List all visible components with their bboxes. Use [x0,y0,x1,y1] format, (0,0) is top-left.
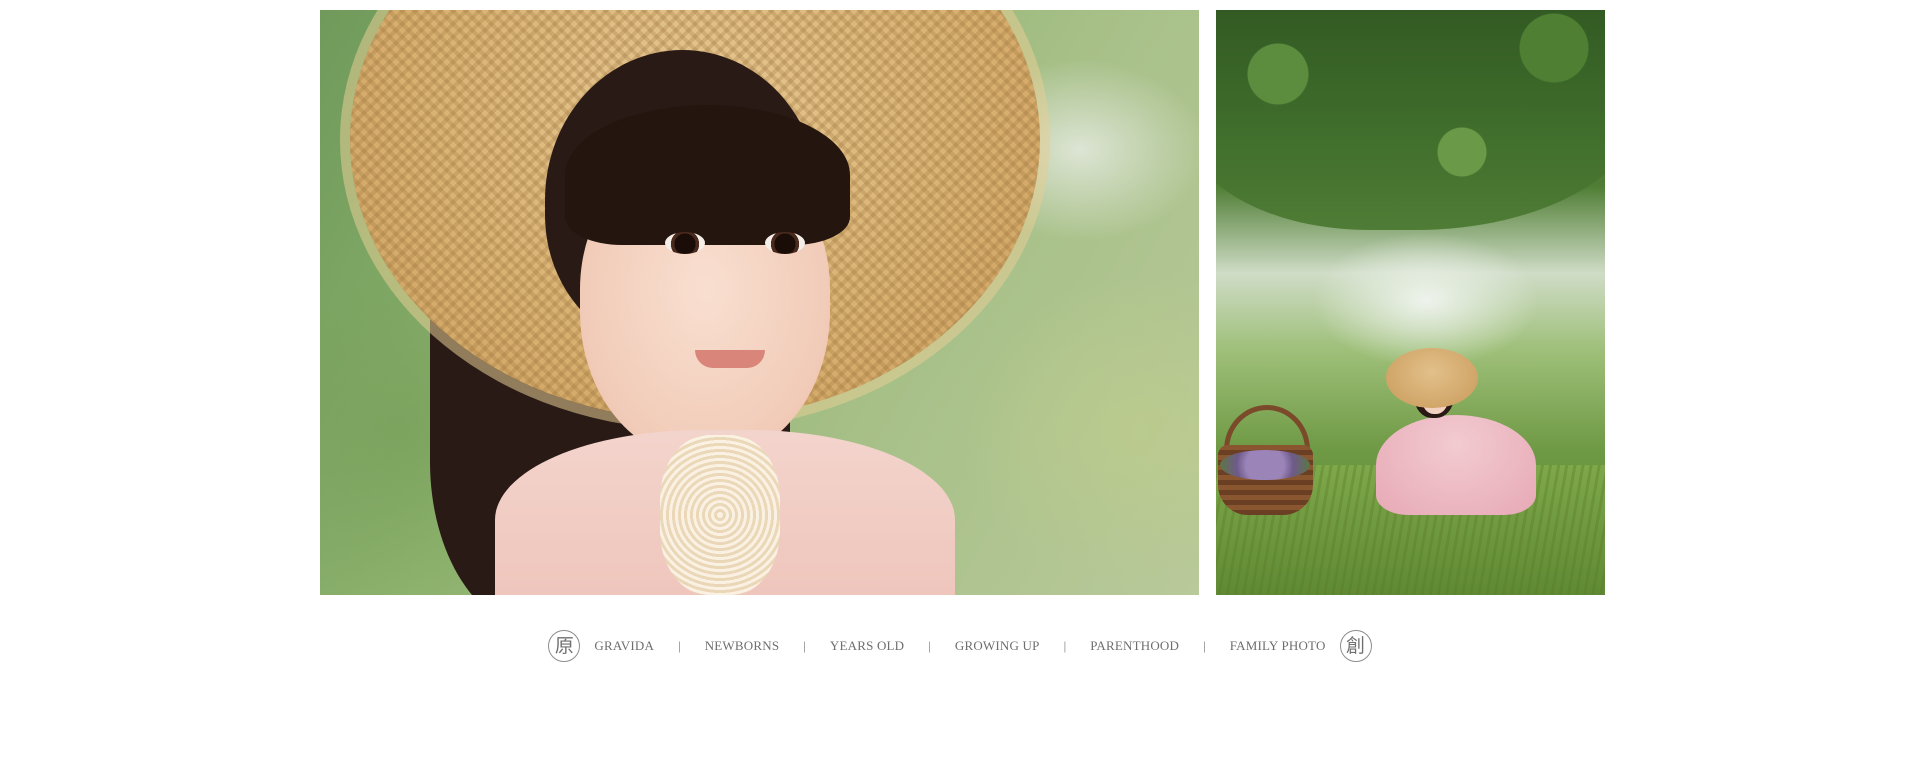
tree-canopy-shape [1216,10,1605,230]
portrait-photo[interactable] [320,10,1199,595]
left-eye-shape [665,232,705,254]
nav-separator: | [928,638,931,653]
seal-left-icon: 原 [548,630,581,662]
nav-item-years-old[interactable]: YEARS OLD [830,638,904,654]
nav-separator: | [678,638,681,653]
garden-photo[interactable] [1216,10,1605,595]
nav-separator: | [803,638,806,653]
nav-item-growing-up[interactable]: GROWING UP [955,638,1040,654]
nav-item-newborns[interactable]: NEWBORNS [705,638,780,654]
girl-hat-shape [1386,348,1478,408]
category-nav: 原 GRAVIDA | NEWBORNS | YEARS OLD | GROWI… [0,628,1920,664]
nav-item-family-photo[interactable]: FAMILY PHOTO [1230,638,1326,654]
girl-dress-shape [1376,415,1536,515]
nav-item-gravida[interactable]: GRAVIDA [594,638,654,654]
bangs-shape [565,105,850,245]
right-eye-shape [765,232,805,254]
flowers-shape [1220,450,1310,480]
nav-separator: | [1203,638,1206,653]
nav-item-parenthood[interactable]: PARENTHOOD [1090,638,1179,654]
mouth-shape [695,350,765,368]
lace-collar-shape [660,435,780,595]
seal-right-icon: 創 [1339,630,1372,662]
nav-separator: | [1063,638,1067,653]
